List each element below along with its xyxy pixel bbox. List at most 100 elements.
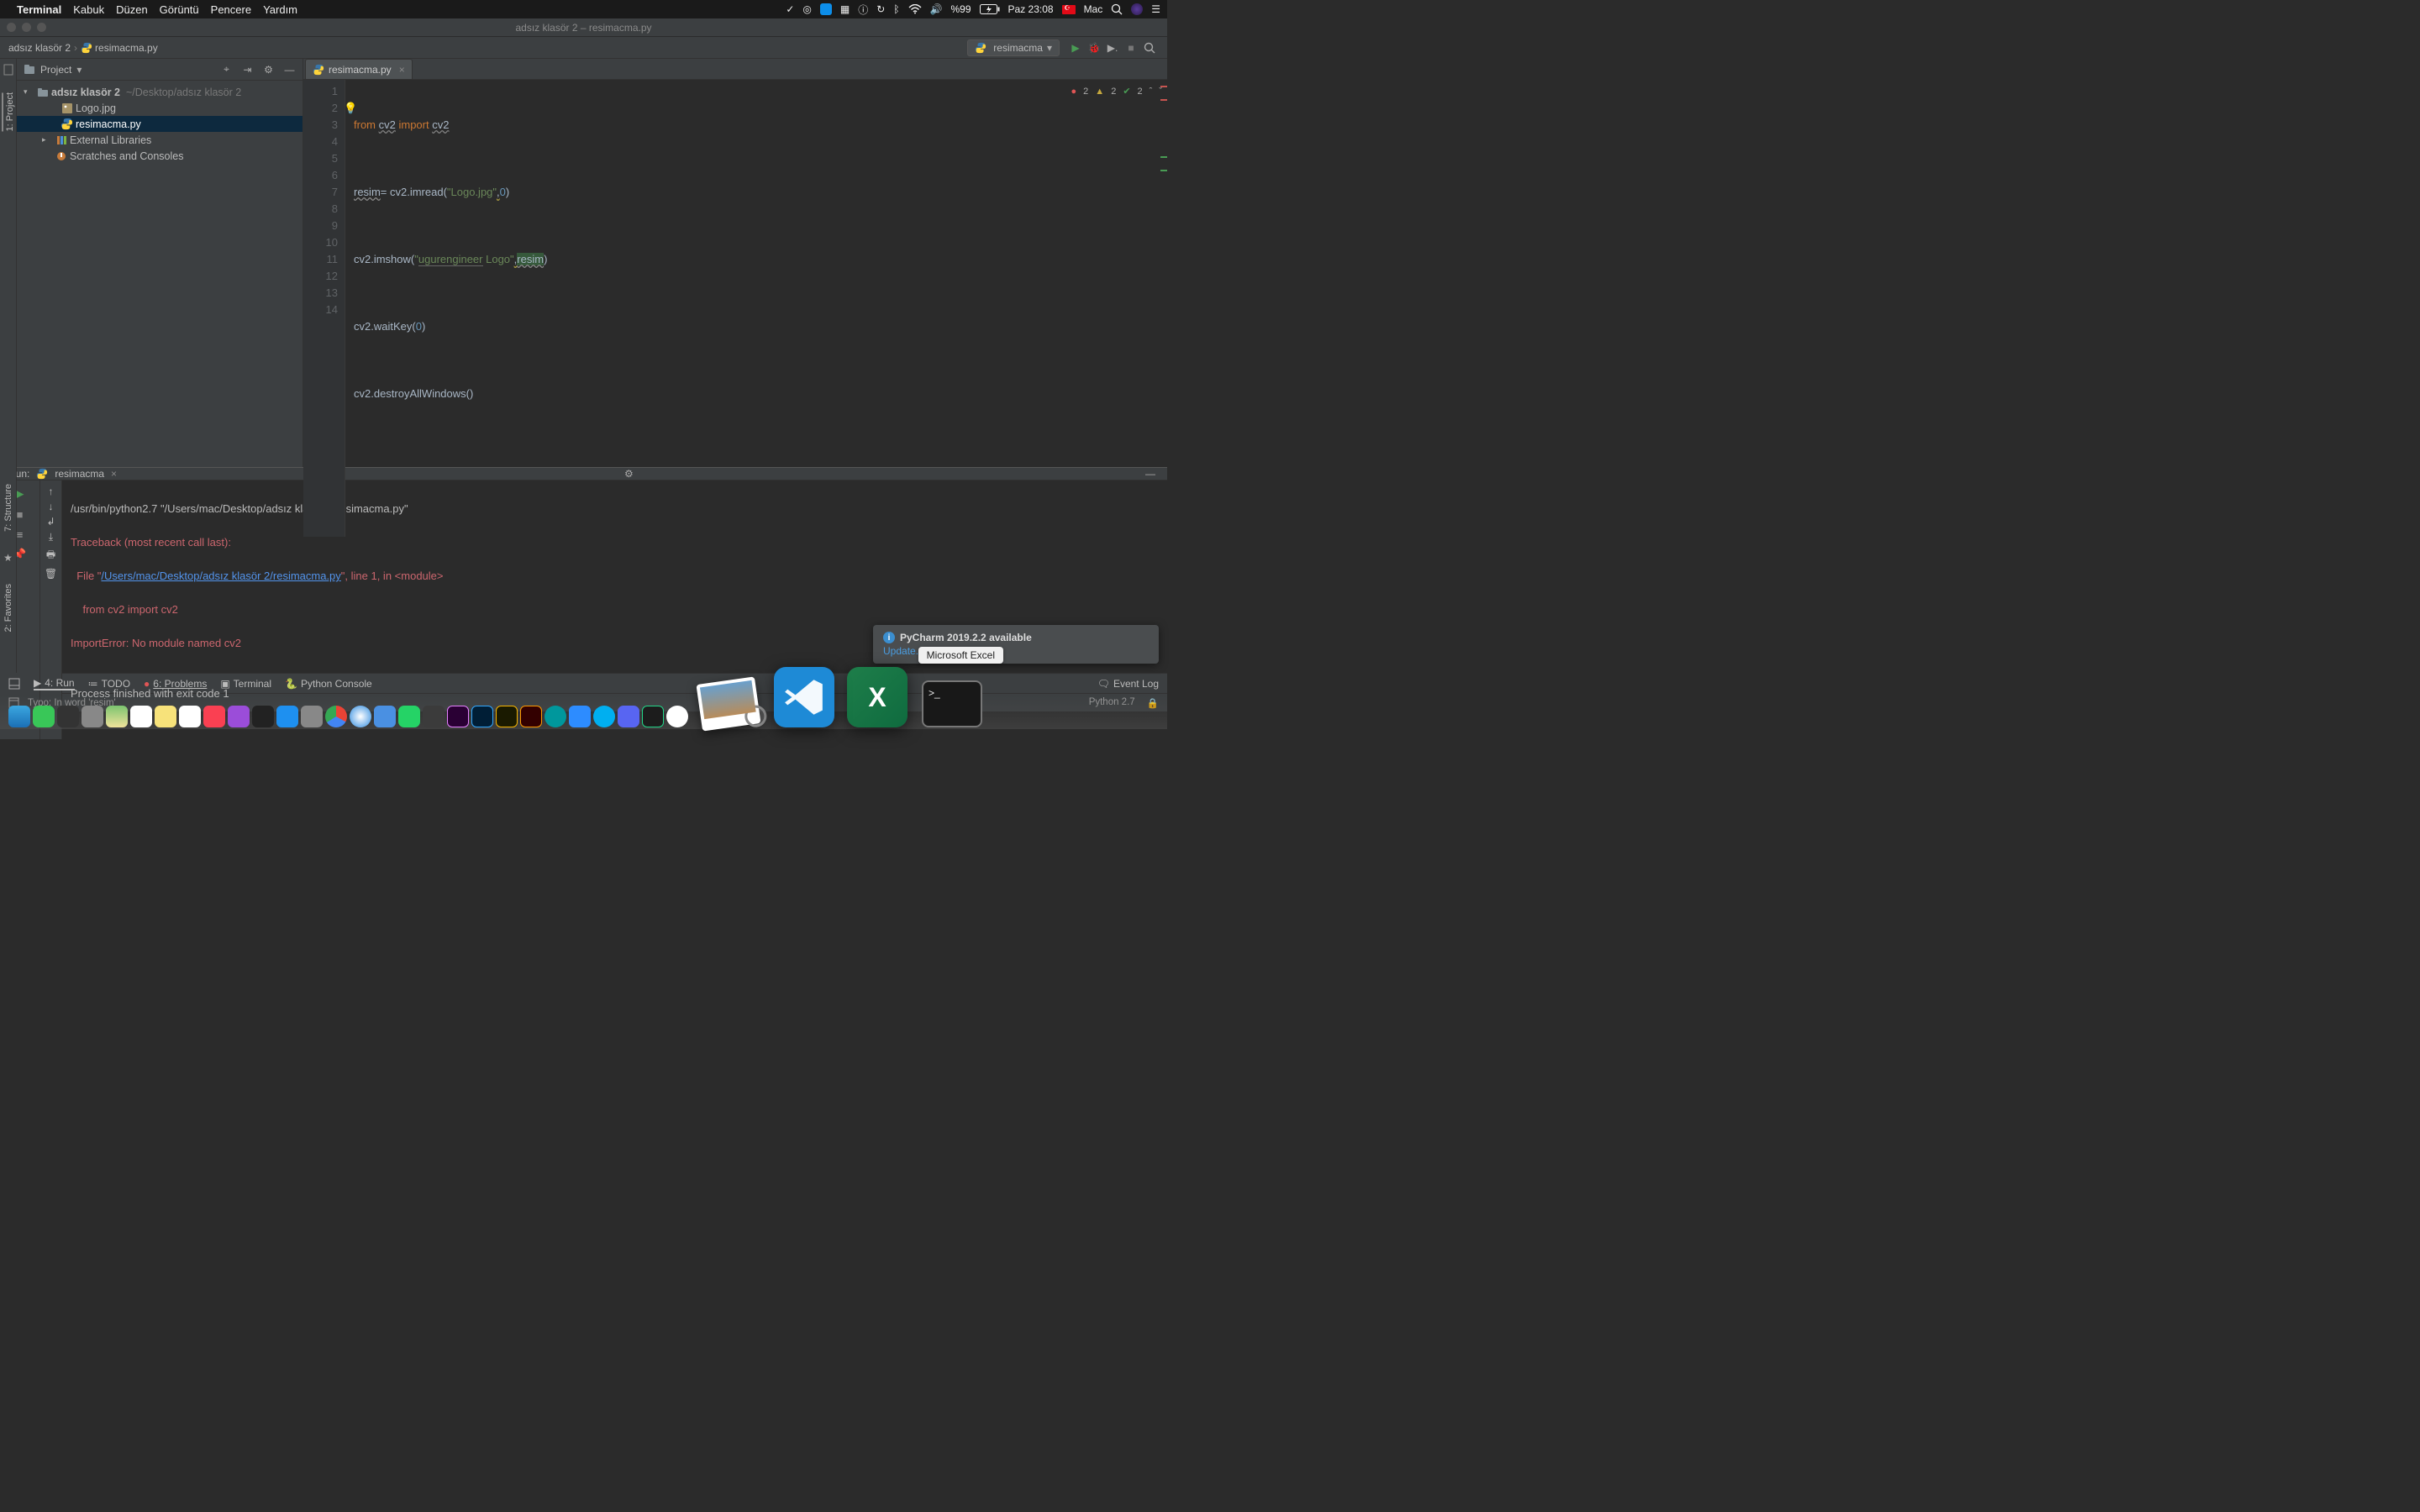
down-icon[interactable]: ↓ <box>49 501 54 512</box>
dock-teamviewer[interactable] <box>666 706 688 727</box>
bluetooth-icon[interactable]: ᛒ <box>893 3 899 15</box>
dock-arduino[interactable] <box>544 706 566 727</box>
menu-pencere[interactable]: Pencere <box>211 3 251 16</box>
editor-tab-resimacma[interactable]: resimacma.py × <box>305 59 413 79</box>
chevron-down-icon[interactable]: ▾ <box>24 87 34 97</box>
dock-vscode[interactable] <box>774 667 834 727</box>
dock-tv[interactable] <box>252 706 274 727</box>
menubar-user[interactable]: Mac <box>1084 3 1103 15</box>
search-everywhere-icon[interactable] <box>1143 41 1156 55</box>
dock-reminders[interactable] <box>179 706 201 727</box>
expand-all-icon[interactable]: ⇥ <box>241 64 254 76</box>
dock-appstore[interactable] <box>276 706 298 727</box>
run-with-coverage-button[interactable]: ▶. <box>1106 41 1119 55</box>
star-icon[interactable]: ★ <box>3 552 13 564</box>
bottom-problems-tab[interactable]: ● 6: Problems <box>144 678 207 690</box>
project-title[interactable]: Project <box>40 64 71 76</box>
dock-zoom[interactable] <box>569 706 591 727</box>
timemachine-icon[interactable]: ↻ <box>876 3 885 15</box>
chevron-right-icon[interactable]: ▸ <box>42 135 52 144</box>
tree-file-resimacma[interactable]: resimacma.py <box>17 116 302 132</box>
tree-root[interactable]: ▾ adsız klasör 2 ~/Desktop/adsız klasör … <box>17 84 302 100</box>
code-area[interactable]: 💡 from cv2 import cv2 resim= cv2.imread(… <box>345 80 1167 537</box>
checkmark-icon[interactable]: ✓ <box>786 3 794 15</box>
dock-excel[interactable] <box>847 667 908 727</box>
dock-maps[interactable] <box>106 706 128 727</box>
print-icon[interactable]: 🖶 <box>46 547 55 564</box>
run-button[interactable]: ▶ <box>1069 41 1082 55</box>
volume-icon[interactable]: 🔊 <box>930 3 943 15</box>
dock-terminal[interactable]: >_ <box>922 680 982 727</box>
dock-skype[interactable] <box>593 706 615 727</box>
gear-icon[interactable]: ⚙ <box>262 64 275 76</box>
dock-calc[interactable] <box>374 706 396 727</box>
debug-button[interactable]: 🐞 <box>1087 41 1101 55</box>
battery-icon[interactable] <box>980 4 1000 14</box>
spotlight-icon[interactable] <box>1111 3 1123 15</box>
menubar-app-name[interactable]: Terminal <box>17 3 61 16</box>
notification-center-icon[interactable]: ☰ <box>1151 3 1160 15</box>
locate-icon[interactable]: ⌖ <box>220 63 233 76</box>
dock-finder[interactable] <box>8 706 30 727</box>
breadcrumb-root[interactable]: adsız klasör 2 <box>8 42 71 54</box>
menu-duzen[interactable]: Düzen <box>116 3 148 16</box>
scroll-to-end-icon[interactable]: ⤓ <box>49 531 53 543</box>
grid-icon[interactable]: ▦ <box>840 3 850 15</box>
event-log[interactable]: 🗨 Event Log <box>1097 678 1159 690</box>
breadcrumb-file[interactable]: resimacma.py <box>95 42 158 54</box>
menu-goruntu[interactable]: Görüntü <box>160 3 199 16</box>
error-stripe[interactable] <box>1160 81 1167 467</box>
dock-podcasts[interactable] <box>228 706 250 727</box>
bottom-todo-tab[interactable]: ≔ TODO <box>88 678 130 690</box>
dropdown-icon[interactable]: ▾ <box>76 64 82 76</box>
editor-body[interactable]: 1234567891011121314 💡 from cv2 import cv… <box>303 80 1167 537</box>
toolwindow-project[interactable]: 1: Project <box>2 92 15 131</box>
bottom-terminal-tab[interactable]: ▣ Terminal <box>220 678 271 690</box>
hide-icon[interactable]: — <box>283 64 296 76</box>
tree-file-logo[interactable]: Logo.jpg <box>17 100 302 116</box>
dock-activity[interactable] <box>57 706 79 727</box>
dock-discord[interactable] <box>618 706 639 727</box>
dock-settings2[interactable] <box>301 706 323 727</box>
toolwindow-favorites[interactable]: 2: Favorites <box>3 584 13 632</box>
intention-bulb-icon[interactable]: 💡 <box>344 100 357 117</box>
chevron-up-icon[interactable]: ˆ <box>1150 83 1153 100</box>
dock-calendar[interactable] <box>130 706 152 727</box>
bottom-pyconsole-tab[interactable]: 🐍 Python Console <box>285 678 372 690</box>
dock-illustrator[interactable] <box>520 706 542 727</box>
bookmark-icon[interactable] <box>3 64 14 76</box>
dock-premiere[interactable] <box>447 706 469 727</box>
close-run-tab-icon[interactable]: × <box>111 468 117 480</box>
dock-photoshop[interactable] <box>471 706 493 727</box>
close-tab-icon[interactable]: × <box>399 64 405 76</box>
dock-chrome[interactable] <box>325 706 347 727</box>
toolwindow-structure[interactable]: 7: Structure <box>3 484 13 532</box>
dock-whatsapp[interactable] <box>398 706 420 727</box>
teamviewer-menubar-icon[interactable] <box>820 3 832 15</box>
stop-button[interactable]: ■ <box>1124 41 1138 55</box>
run-tab-name[interactable]: resimacma <box>55 468 104 480</box>
dock-pycharm[interactable] <box>642 706 664 727</box>
inspection-summary[interactable]: ●2 ▲2 ✔2 ˆˇ <box>1071 83 1162 100</box>
dock-bridge[interactable] <box>496 706 518 727</box>
input-source-flag-icon[interactable] <box>1062 5 1076 14</box>
up-icon[interactable]: ↑ <box>49 486 54 497</box>
soft-wrap-icon[interactable]: ↲ <box>46 516 55 528</box>
dock-systemprefs[interactable] <box>82 706 103 727</box>
siri-icon[interactable] <box>1131 3 1143 15</box>
adobe-cc-icon[interactable]: ◎ <box>802 3 811 15</box>
accessibility-icon[interactable]: ⓘ <box>858 3 868 17</box>
update-notification[interactable]: iPyCharm 2019.2.2 available Update... <box>873 625 1159 664</box>
tree-scratches[interactable]: Scratches and Consoles <box>17 148 302 164</box>
project-tree[interactable]: ▾ adsız klasör 2 ~/Desktop/adsız klasör … <box>17 81 302 167</box>
tool-window-icon[interactable] <box>8 678 20 690</box>
wifi-icon[interactable] <box>908 4 922 14</box>
dock-safari[interactable] <box>350 706 371 727</box>
dock-preview-photo[interactable] <box>696 676 760 731</box>
menu-yardim[interactable]: Yardım <box>263 3 297 16</box>
dock-intellij[interactable] <box>423 706 445 727</box>
clear-icon[interactable]: 🗑 <box>45 568 57 580</box>
tree-external-libraries[interactable]: ▸ External Libraries <box>17 132 302 148</box>
traceback-file-link[interactable]: /Users/mac/Desktop/adsız klasör 2/resima… <box>101 570 340 582</box>
bottom-run-tab[interactable]: ▶ 4: Run <box>34 677 75 690</box>
